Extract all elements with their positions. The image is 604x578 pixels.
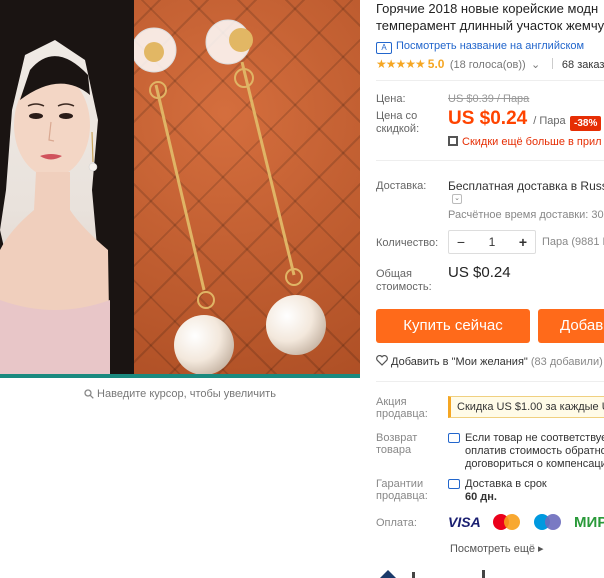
divider bbox=[551, 58, 553, 69]
wishlist-text: Добавить в "Мои желания" bbox=[391, 356, 528, 368]
add-to-cart-button[interactable]: Добав bbox=[538, 309, 604, 343]
model-photo bbox=[0, 0, 134, 378]
quantity-label: Количество: bbox=[376, 237, 439, 249]
votes-link[interactable]: (18 голоса(ов)) bbox=[450, 59, 526, 71]
quantity-input[interactable]: 1 bbox=[473, 231, 511, 253]
divider bbox=[376, 160, 604, 161]
more-payments-link[interactable]: Посмотреть ещё ▸ bbox=[450, 542, 544, 555]
stock-note: Пара (9881 П bbox=[542, 236, 604, 248]
bookmark-icon[interactable] bbox=[480, 570, 490, 578]
product-title-line1: Горячие 2018 новые корейские модн bbox=[376, 1, 599, 16]
quantity-stepper: − 1 + bbox=[448, 230, 536, 254]
app-discount-text: Скидки ещё больше в прил bbox=[462, 136, 602, 148]
shipping-label: Доставка: bbox=[376, 180, 427, 192]
menu-icon[interactable] bbox=[412, 570, 422, 578]
guarantee-line: Доставка в срок bbox=[465, 478, 547, 490]
product-info: Горячие 2018 новые корейские модн темпер… bbox=[376, 0, 604, 578]
chevron-down-icon[interactable]: ⌄ bbox=[531, 59, 540, 71]
return-label: Возврат товара bbox=[376, 432, 418, 456]
return-icon bbox=[448, 433, 460, 443]
rating-row: ★★★★★5.0 (18 голоса(ов)) ⌄ 68 заказа bbox=[376, 57, 604, 71]
guarantee-days: 60 дн. bbox=[465, 491, 497, 503]
discount-price-label: Цена со скидкой: bbox=[376, 110, 420, 135]
divider bbox=[376, 80, 604, 81]
payment-label: Оплата: bbox=[376, 517, 417, 529]
product-page: Наведите курсор, чтобы увеличить Горячие… bbox=[0, 0, 604, 578]
product-title: Горячие 2018 новые корейские модн темпер… bbox=[376, 0, 604, 34]
return-line: договориться о компенсаци bbox=[465, 458, 604, 470]
buy-now-button[interactable]: Купить сейчас bbox=[376, 309, 530, 343]
magnifier-icon bbox=[84, 389, 94, 399]
price-label: Цена: bbox=[376, 93, 406, 105]
original-price: US $0.39 / Пара bbox=[448, 93, 530, 105]
mir-logo-icon: МИР bbox=[574, 513, 604, 531]
return-line: Если товар не соответствует bbox=[465, 432, 604, 444]
discount-price: US $0.24 / Пара bbox=[448, 108, 566, 130]
zoom-hint-text: Наведите курсор, чтобы увеличить bbox=[97, 388, 276, 400]
return-line: оплатив стоимость обратно bbox=[465, 445, 604, 457]
bottom-toolbar bbox=[376, 568, 604, 578]
divider bbox=[376, 381, 604, 382]
translate-title-text: Посмотреть название на английском bbox=[396, 40, 585, 52]
seller-promo-badge[interactable]: Скидка US $1.00 за каждые US bbox=[448, 396, 604, 418]
earring-closeup-photo bbox=[131, 0, 360, 378]
product-image-gallery[interactable] bbox=[0, 0, 360, 378]
visa-logo-icon: VISA bbox=[448, 514, 481, 530]
rating-stars-icon: ★★★★★ bbox=[376, 57, 426, 71]
total-value: US $0.24 bbox=[448, 264, 511, 281]
shipping-value: Бесплатная доставка в Russia bbox=[448, 179, 604, 193]
zoom-hint: Наведите курсор, чтобы увеличить bbox=[0, 388, 360, 400]
delivery-estimate: Расчётное время доставки: 30- bbox=[448, 209, 604, 221]
qr-code-icon bbox=[448, 136, 458, 146]
translate-icon: A bbox=[376, 42, 392, 54]
gallery-bottom-bar bbox=[0, 374, 360, 378]
wishlist-count: (83 добавили) bbox=[530, 356, 603, 368]
app-discount-link[interactable]: Скидки ещё больше в прил bbox=[448, 136, 602, 148]
share-icon[interactable] bbox=[378, 568, 398, 578]
add-to-wishlist-link[interactable]: Добавить в "Мои желания" (83 добавили) bbox=[376, 354, 603, 368]
seller-promo-label: Акция продавца: bbox=[376, 396, 428, 420]
heart-icon bbox=[376, 354, 388, 366]
discount-price-amount: US $0.24 bbox=[448, 108, 528, 129]
discount-badge: -38% bbox=[570, 116, 602, 131]
rating-value: 5.0 bbox=[427, 57, 445, 71]
product-title-line2: темперамент длинный участок жемчу bbox=[376, 18, 604, 33]
calendar-icon bbox=[448, 479, 460, 489]
mastercard-logo-icon bbox=[493, 513, 521, 531]
guarantee-label: Гарантии продавца: bbox=[376, 478, 428, 502]
translate-title-link[interactable]: A Посмотреть название на английском bbox=[376, 40, 584, 54]
orders-count: 68 заказа bbox=[561, 59, 604, 71]
quantity-decrease-button[interactable]: − bbox=[449, 231, 473, 253]
maestro-logo-icon bbox=[533, 513, 562, 531]
shipping-options-chevron-icon[interactable]: ⌄ bbox=[452, 194, 462, 204]
payment-methods: VISA МИР bbox=[448, 513, 604, 531]
total-label: Общая стоимость: bbox=[376, 268, 432, 293]
price-unit: / Пара bbox=[533, 115, 566, 127]
quantity-increase-button[interactable]: + bbox=[511, 231, 535, 253]
